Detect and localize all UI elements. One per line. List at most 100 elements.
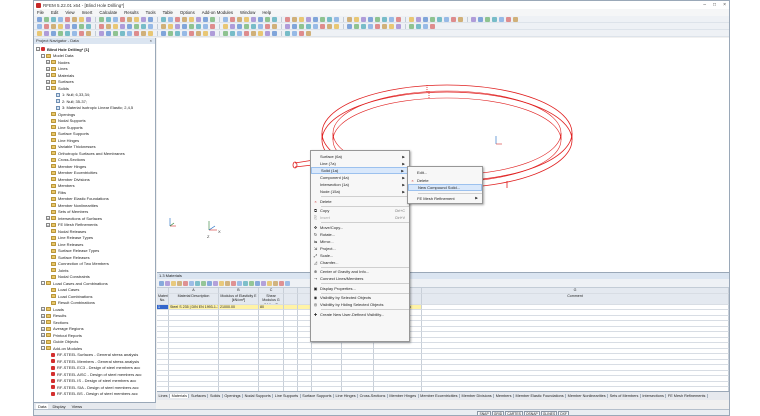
- toolbar-button-icon[interactable]: [51, 23, 56, 29]
- toolbar-button-icon[interactable]: [354, 23, 359, 29]
- table-toolbar-icon[interactable]: [177, 280, 182, 286]
- toolbar-button-icon[interactable]: [134, 16, 139, 22]
- toolbar-button-icon[interactable]: [265, 30, 270, 36]
- toolbar-button-icon[interactable]: [210, 16, 215, 22]
- menu-item-delete[interactable]: × Delete: [311, 198, 409, 205]
- table-toolbar-icon[interactable]: [183, 280, 188, 286]
- toolbar-button-icon[interactable]: [120, 23, 125, 29]
- toolbar-button-icon[interactable]: [506, 16, 511, 22]
- toolbar-button-icon[interactable]: [106, 30, 111, 36]
- sheet-tab[interactable]: Surface Supports: [301, 394, 335, 398]
- toolbar-button-icon[interactable]: [161, 30, 166, 36]
- status-toggle-button[interactable]: GRID: [491, 411, 505, 415]
- toolbar-button-icon[interactable]: [120, 16, 125, 22]
- toolbar-button-icon[interactable]: [272, 30, 277, 36]
- table-toolbar-icon[interactable]: [267, 280, 272, 286]
- toolbar-button-icon[interactable]: [58, 16, 63, 22]
- toolbar-button-icon[interactable]: [230, 23, 235, 29]
- menu-item-intersection-1a[interactable]: Intersection (1a) ▶: [311, 181, 409, 188]
- toolbar-button-icon[interactable]: [203, 16, 208, 22]
- toolbar-button-icon[interactable]: [148, 16, 153, 22]
- toolbar-button-icon[interactable]: [44, 16, 49, 22]
- toolbar-button-icon[interactable]: [37, 16, 42, 22]
- toolbar-button-icon[interactable]: [182, 16, 187, 22]
- toolbar-button-icon[interactable]: [485, 16, 490, 22]
- toolbar-button-icon[interactable]: [299, 23, 304, 29]
- toolbar-button-icon[interactable]: [106, 23, 111, 29]
- toolbar-button-icon[interactable]: [210, 23, 215, 29]
- toolbar-button-icon[interactable]: [37, 30, 42, 36]
- toolbar-button-icon[interactable]: [389, 23, 394, 29]
- toolbar-button-icon[interactable]: [134, 23, 139, 29]
- toolbar-button-icon[interactable]: [306, 30, 311, 36]
- expand-icon[interactable]: +: [41, 333, 45, 338]
- menu-item-copy[interactable]: ⧉ Copy Ctrl+C: [311, 207, 409, 214]
- menu-item-solid-1a[interactable]: Solid (1a) ▶: [311, 167, 409, 174]
- minimize-button[interactable]: –: [703, 2, 706, 8]
- toolbar-button-icon[interactable]: [285, 30, 290, 36]
- expand-icon[interactable]: +: [46, 216, 50, 221]
- expand-icon[interactable]: +: [41, 339, 45, 344]
- table-toolbar-icon[interactable]: [171, 280, 176, 286]
- menu-item-mirror[interactable]: ⇋ Mirror...: [311, 238, 409, 245]
- toolbar-button-icon[interactable]: [99, 16, 104, 22]
- menu-item-surface-6a[interactable]: Surface (6a) ▶: [311, 153, 409, 160]
- toolbar-button-icon[interactable]: [306, 16, 311, 22]
- table-toolbar-icon[interactable]: [255, 280, 260, 286]
- status-toggle-button[interactable]: DXF: [558, 411, 569, 415]
- toolbar-button-icon[interactable]: [416, 23, 421, 29]
- toolbar-button-icon[interactable]: [347, 16, 352, 22]
- sheet-tab[interactable]: Materials: [170, 394, 190, 398]
- close-button[interactable]: ×: [723, 2, 726, 8]
- toolbar-button-icon[interactable]: [299, 16, 304, 22]
- sheet-tab[interactable]: Openings: [223, 394, 244, 398]
- toolbar-button-icon[interactable]: [141, 23, 146, 29]
- toolbar-button-icon[interactable]: [99, 30, 104, 36]
- menu-item-line-7a[interactable]: Line (7a) ▶: [311, 160, 409, 167]
- toolbar-button-icon[interactable]: [258, 16, 263, 22]
- table-toolbar-icon[interactable]: [225, 280, 230, 286]
- toolbar-button-icon[interactable]: [478, 16, 483, 22]
- table-toolbar-icon[interactable]: [261, 280, 266, 286]
- menu-item-project[interactable]: ⇲ Project...: [311, 245, 409, 252]
- toolbar-button-icon[interactable]: [292, 30, 297, 36]
- toolbar-button-icon[interactable]: [79, 16, 84, 22]
- toolbar-button-icon[interactable]: [292, 16, 297, 22]
- toolbar-button-icon[interactable]: [437, 16, 442, 22]
- toolbar-button-icon[interactable]: [382, 23, 387, 29]
- toolbar-button-icon[interactable]: [471, 16, 476, 22]
- toolbar-button-icon[interactable]: [127, 16, 132, 22]
- expand-icon[interactable]: +: [46, 60, 50, 65]
- toolbar-button-icon[interactable]: [113, 23, 118, 29]
- toolbar-button-icon[interactable]: [251, 30, 256, 36]
- status-toggle-button[interactable]: SNAP: [477, 411, 491, 415]
- toolbar-button-icon[interactable]: [361, 16, 366, 22]
- menu-item-move-copy[interactable]: ✥ Move/Copy...: [311, 224, 409, 231]
- toolbar-button-icon[interactable]: [120, 30, 125, 36]
- toolbar-button-icon[interactable]: [320, 16, 325, 22]
- menu-insert[interactable]: Insert: [82, 10, 93, 15]
- menu-file[interactable]: File: [37, 10, 44, 15]
- toolbar-button-icon[interactable]: [334, 23, 339, 29]
- toolbar-button-icon[interactable]: [299, 30, 304, 36]
- menu-item-center-of-gravity-and-info[interactable]: ⊕ Center of Gravity and Info...: [311, 268, 409, 275]
- table-toolbar-icon[interactable]: [285, 280, 290, 286]
- toolbar-button-icon[interactable]: [148, 30, 153, 36]
- toolbar-button-icon[interactable]: [251, 23, 256, 29]
- toolbar-button-icon[interactable]: [196, 23, 201, 29]
- table-toolbar-icon[interactable]: [165, 280, 170, 286]
- toolbar-button-icon[interactable]: [396, 23, 401, 29]
- menu-table[interactable]: Table: [163, 10, 173, 15]
- table-toolbar-icon[interactable]: [273, 280, 278, 286]
- toolbar-button-icon[interactable]: [265, 16, 270, 22]
- toolbar-button-icon[interactable]: [237, 30, 242, 36]
- toolbar-button-icon[interactable]: [244, 16, 249, 22]
- toolbar-button-icon[interactable]: [72, 16, 77, 22]
- toolbar-button-icon[interactable]: [189, 30, 194, 36]
- toolbar-button-icon[interactable]: [79, 30, 84, 36]
- submenu-item-delete[interactable]: × Delete: [408, 177, 482, 184]
- expand-icon[interactable]: +: [41, 320, 45, 325]
- toolbar-button-icon[interactable]: [86, 30, 91, 36]
- toolbar-button-icon[interactable]: [237, 23, 242, 29]
- toolbar-button-icon[interactable]: [58, 23, 63, 29]
